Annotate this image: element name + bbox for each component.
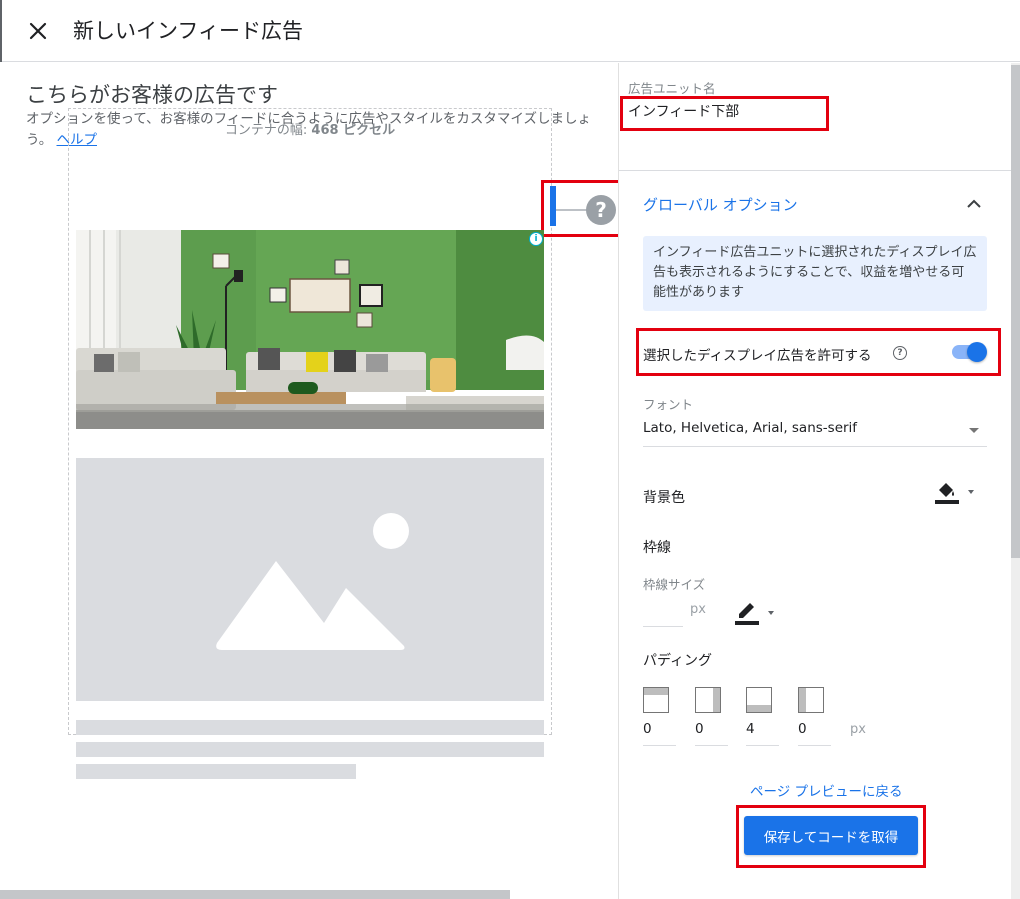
text-placeholder-line-1 bbox=[76, 720, 544, 735]
padding-top-icon bbox=[643, 687, 669, 713]
padding-bottom-icon bbox=[746, 687, 772, 713]
padding-left-underline bbox=[798, 745, 831, 746]
section-divider-1 bbox=[619, 170, 1011, 171]
padding-top-input[interactable]: 0 bbox=[643, 721, 652, 737]
close-icon bbox=[29, 22, 47, 40]
padding-bottom-underline bbox=[746, 745, 779, 746]
info-message: インフィード広告ユニットに選択されたディスプレイ広告も表示されるようにすることで… bbox=[643, 236, 987, 311]
container-width-value: 468 ピクセル bbox=[311, 123, 396, 138]
allow-display-ads-label: 選択したディスプレイ広告を許可する bbox=[643, 348, 872, 364]
help-circle-icon[interactable]: ? bbox=[893, 346, 907, 360]
border-label: 枠線 bbox=[643, 540, 671, 556]
container-resize-handle[interactable] bbox=[550, 186, 556, 226]
padding-right-input[interactable]: 0 bbox=[695, 721, 704, 737]
padding-top-underline bbox=[643, 745, 676, 746]
font-label: フォント bbox=[643, 397, 694, 412]
padding-left-input[interactable]: 0 bbox=[798, 721, 807, 737]
window-edge bbox=[0, 0, 2, 62]
padding-label: パディング bbox=[643, 653, 713, 669]
border-size-input[interactable] bbox=[643, 601, 681, 621]
close-button[interactable] bbox=[24, 17, 52, 45]
unit-name-label: 広告ユニット名 bbox=[628, 81, 716, 96]
text-placeholder-line-3 bbox=[76, 764, 356, 779]
resize-connector-line bbox=[556, 209, 588, 211]
font-select[interactable]: Lato, Helvetica, Arial, sans-serif bbox=[643, 420, 857, 436]
border-size-underline bbox=[643, 626, 683, 627]
preview-heading: こちらがお客様の広告です bbox=[26, 83, 278, 107]
back-to-page-preview-link[interactable]: ページ プレビューに戻る bbox=[750, 780, 903, 800]
pencil-icon[interactable] bbox=[733, 599, 779, 627]
placeholder-image bbox=[76, 458, 544, 701]
toggle-knob[interactable] bbox=[967, 342, 987, 362]
resize-help-icon[interactable]: ? bbox=[586, 195, 616, 225]
adchoices-icon[interactable]: i bbox=[529, 232, 543, 246]
dialog-title: 新しいインフィード広告 bbox=[73, 19, 303, 43]
ad-image-living-room bbox=[76, 230, 544, 429]
padding-right-underline bbox=[695, 745, 728, 746]
unit-name-input[interactable]: インフィード下部 bbox=[628, 101, 739, 121]
background-color-label: 背景色 bbox=[643, 490, 685, 506]
padding-unit: px bbox=[850, 722, 866, 737]
container-width-label: コンテナの幅: 468 ピクセル bbox=[69, 119, 551, 138]
living-room-photo bbox=[76, 230, 544, 429]
text-placeholder-line-2 bbox=[76, 742, 544, 757]
vertical-scrollbar-thumb[interactable] bbox=[1011, 65, 1020, 558]
dialog-header: 新しいインフィード広告 bbox=[0, 0, 1020, 62]
save-and-get-code-button[interactable]: 保存してコードを取得 bbox=[744, 816, 918, 855]
help-glyph: ? bbox=[595, 198, 607, 222]
global-options-title[interactable]: グローバル オプション bbox=[643, 194, 798, 215]
border-size-unit: px bbox=[690, 602, 706, 617]
dropdown-arrow-icon[interactable] bbox=[969, 428, 979, 433]
chevron-up-icon[interactable] bbox=[963, 193, 985, 215]
padding-left-icon bbox=[798, 687, 824, 713]
padding-bottom-input[interactable]: 4 bbox=[746, 721, 755, 737]
adchoices-glyph: i bbox=[534, 234, 538, 244]
fill-bucket-icon[interactable] bbox=[933, 478, 977, 506]
padding-right-icon bbox=[695, 687, 721, 713]
horizontal-scrollbar[interactable] bbox=[0, 890, 510, 899]
border-size-label: 枠線サイズ bbox=[643, 577, 706, 592]
image-placeholder-icon bbox=[216, 513, 409, 650]
container-width-text: コンテナの幅: bbox=[224, 123, 312, 138]
font-select-underline bbox=[643, 446, 987, 447]
